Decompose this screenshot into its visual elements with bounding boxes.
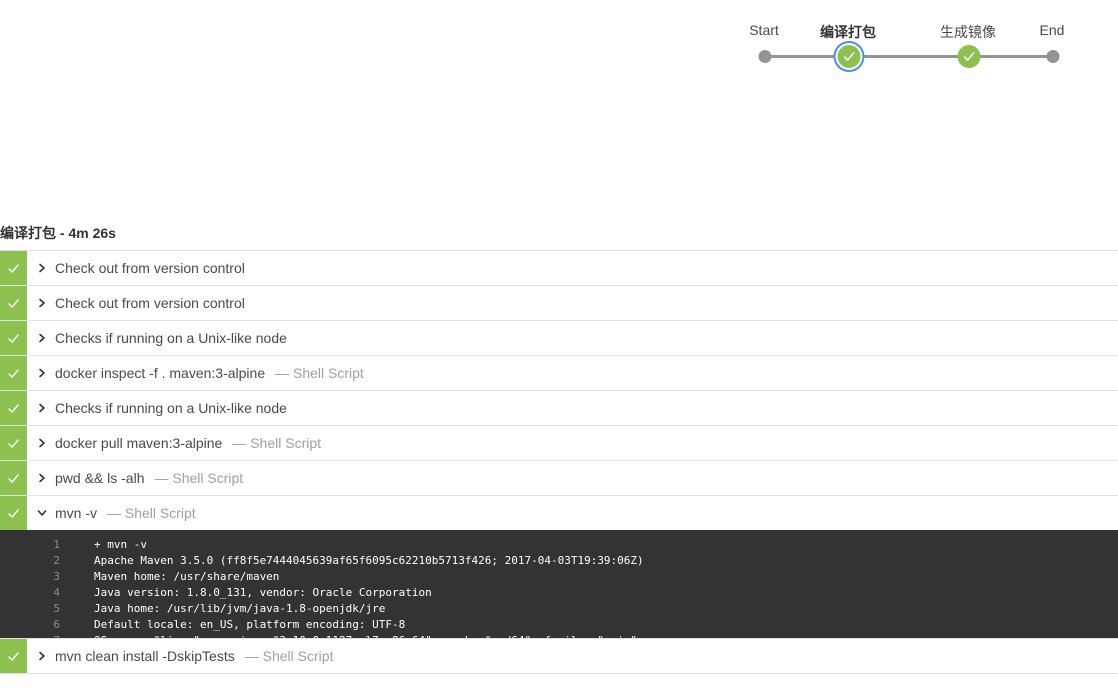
log-line: 6 Default locale: en_US, platform encodin… [0,616,1118,632]
step-status-success [0,286,27,320]
chevron-right-icon[interactable] [35,331,49,345]
chevron-right-icon[interactable] [35,261,49,275]
step-status-success [0,426,27,460]
step-status-success [0,496,27,530]
log-line-number[interactable]: 2 [0,554,94,567]
log-line: 4 Java version: 1.8.0_131, vendor: Oracle… [0,584,1118,600]
step-name: mvn clean install -DskipTests [55,648,235,664]
step-list: Check out from version control Check out… [0,250,1118,674]
step-row-expanded[interactable]: mvn -v — Shell Script [0,495,1118,530]
check-icon [8,473,19,483]
step-name: Check out from version control [55,295,245,311]
stage-end-dot [1046,50,1060,63]
step-type: — Shell Script [244,648,334,664]
chevron-right-icon[interactable] [35,296,49,310]
pipeline-track [765,55,1053,58]
log-line-number[interactable]: 4 [0,586,94,599]
step-name: mvn -v [55,505,97,521]
step-type: — Shell Script [232,435,322,451]
log-line-number[interactable]: 5 [0,602,94,615]
step-type: — Shell Script [275,365,364,381]
chevron-right-icon[interactable] [35,436,49,450]
log-line-text: Apache Maven 3.5.0 (ff8f5e7444045639af65… [94,553,644,567]
chevron-down-icon[interactable] [35,506,49,520]
check-icon [8,651,19,661]
chevron-right-icon[interactable] [35,401,49,415]
log-line-text: Maven home: /usr/share/maven [94,569,280,583]
log-line-text: Java version: 1.8.0_131, vendor: Oracle … [94,585,432,599]
log-line-text: Default locale: en_US, platform encoding… [94,617,406,631]
log-line: 2 Apache Maven 3.5.0 (ff8f5e7444045639af6… [0,552,1118,568]
step-name: pwd && ls -alh [55,470,145,486]
log-line-number[interactable]: 6 [0,618,94,631]
step-row[interactable]: mvn clean install -DskipTests — Shell Sc… [0,638,1118,674]
check-icon [8,333,19,343]
stage-start-dot [758,50,772,63]
step-name: docker pull maven:3-alpine [55,435,223,451]
step-name: Checks if running on a Unix-like node [55,330,287,346]
check-icon [8,298,19,308]
step-status-success [0,321,27,355]
stage-label-image[interactable]: 生成镜像 [940,22,996,42]
chevron-right-icon[interactable] [35,366,49,380]
stage-label-start: Start [749,22,779,38]
step-row[interactable]: Checks if running on a Unix-like node [0,390,1118,425]
step-name: Check out from version control [55,260,245,276]
step-status-success [0,251,27,285]
step-row[interactable]: Checks if running on a Unix-like node [0,320,1118,355]
step-status-success [0,639,27,673]
stage-image-node[interactable] [957,45,981,68]
log-line: 5 Java home: /usr/lib/jvm/java-1.8-openjd… [0,600,1118,616]
log-line-text: + mvn -v [94,537,147,551]
step-row[interactable]: Check out from version control [0,285,1118,320]
log-line-number[interactable]: 1 [0,538,94,551]
step-row[interactable]: pwd && ls -alh — Shell Script [0,460,1118,495]
step-status-success [0,356,27,390]
step-row[interactable]: Check out from version control [0,250,1118,285]
chevron-right-icon[interactable] [35,649,49,663]
check-icon [8,263,19,273]
log-line: 3 Maven home: /usr/share/maven [0,568,1118,584]
step-status-success [0,461,27,495]
check-icon [8,403,19,413]
step-log-output: 1 + mvn -v 2 Apache Maven 3.5.0 (ff8f5e744… [0,530,1118,647]
step-status-success [0,391,27,425]
step-name: docker inspect -f . maven:3-alpine [55,365,266,381]
check-icon [8,438,19,448]
check-icon [963,52,975,61]
stage-label-build[interactable]: 编译打包 [820,22,876,42]
step-name: Checks if running on a Unix-like node [55,400,287,416]
chevron-right-icon[interactable] [35,471,49,485]
check-icon [843,52,855,61]
step-type: — Shell Script [107,505,196,521]
check-icon [8,368,19,378]
stage-detail-title: 编译打包 - 4m 26s [0,225,116,241]
check-icon [8,508,19,518]
log-line: 1 + mvn -v [0,536,1118,552]
step-row[interactable]: docker pull maven:3-alpine — Shell Scrip… [0,425,1118,460]
step-row[interactable]: docker inspect -f . maven:3-alpine — She… [0,355,1118,390]
step-type: — Shell Script [154,470,244,486]
stage-build-node[interactable] [837,45,861,68]
log-line-text: Java home: /usr/lib/jvm/java-1.8-openjdk… [94,601,386,615]
log-line-number[interactable]: 3 [0,570,94,583]
stage-label-end: End [1039,22,1065,38]
pipeline-graph: Start 编译打包 生成镜像 End [720,14,1100,78]
